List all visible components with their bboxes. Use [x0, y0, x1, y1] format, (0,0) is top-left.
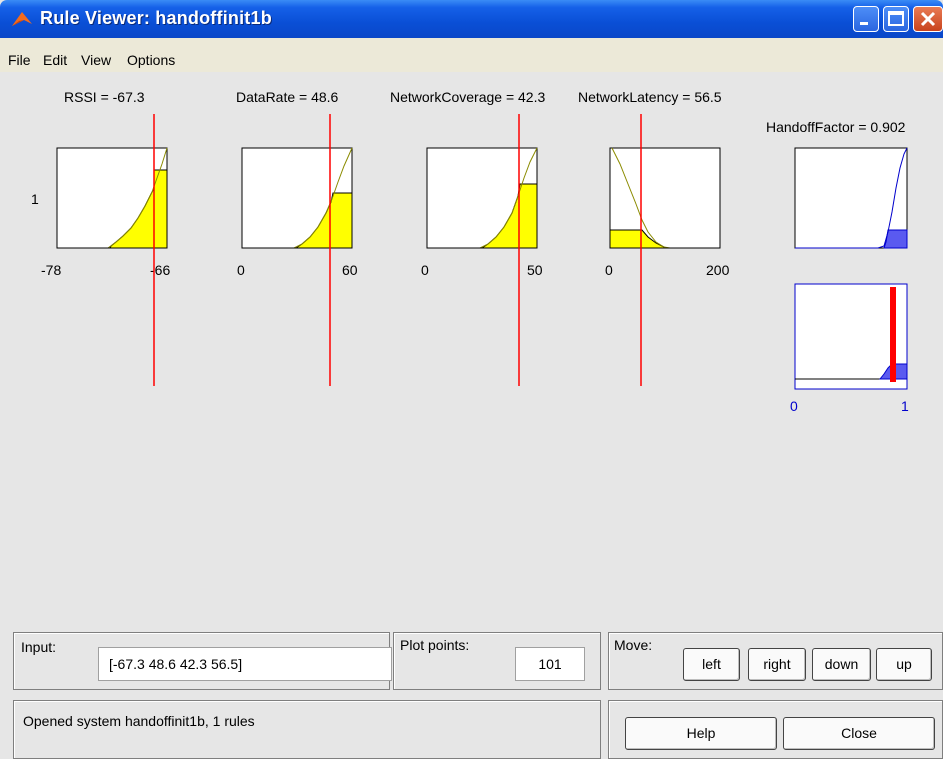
networkcoverage-max: 50	[527, 262, 543, 278]
status-panel: Opened system handoffinit1b, 1 rules	[13, 700, 601, 759]
input-label: Input:	[21, 639, 57, 655]
rssi-min: -78	[41, 262, 61, 278]
menu-edit[interactable]: Edit	[43, 52, 67, 68]
rule-plots: RSSI = -67.3 DataRate = 48.6 NetworkCove…	[31, 89, 909, 414]
output-label: HandoffFactor = 0.902	[766, 119, 906, 135]
action-panel: Help Close	[608, 700, 943, 759]
status-text: Opened system handoffinit1b, 1 rules	[23, 713, 255, 729]
menu-file[interactable]: File	[8, 52, 31, 68]
datarate-max: 60	[342, 262, 358, 278]
datarate-min: 0	[237, 262, 245, 278]
window-title: Rule Viewer: handoffinit1b	[40, 8, 272, 28]
minimize-button[interactable]	[853, 6, 879, 32]
menu-bar: File Edit View Options	[0, 38, 943, 72]
rule-number: 1	[31, 191, 39, 207]
move-down-button[interactable]: down	[812, 648, 871, 681]
input-panel: Input: [-67.3 48.6 42.3 56.5]	[13, 632, 392, 690]
title-bar[interactable]: Rule Viewer: handoffinit1b	[0, 0, 943, 38]
output-max: 1	[901, 398, 909, 414]
move-label: Move:	[614, 637, 653, 653]
networkcoverage-min: 0	[421, 262, 429, 278]
input-field[interactable]: [-67.3 48.6 42.3 56.5]	[98, 647, 392, 681]
move-right-button[interactable]: right	[748, 648, 806, 681]
move-up-button[interactable]: up	[876, 648, 932, 681]
input-label-datarate: DataRate = 48.6	[236, 89, 339, 105]
close-button[interactable]: Close	[783, 717, 935, 750]
networklatency-max: 200	[706, 262, 730, 278]
aggregate-output-plot[interactable]	[794, 283, 908, 390]
mf-plot-rssi[interactable]	[56, 147, 168, 249]
input-label-rssi: RSSI = -67.3	[64, 89, 145, 105]
matlab-icon	[12, 12, 32, 26]
minimize-icon	[860, 22, 868, 25]
move-panel: Move: left right down up	[608, 632, 943, 690]
rssi-max: -66	[150, 262, 170, 278]
help-button[interactable]: Help	[625, 717, 777, 750]
defuzzified-value-line	[890, 287, 896, 382]
menu-options[interactable]: Options	[127, 52, 175, 68]
plot-points-label: Plot points:	[400, 637, 470, 653]
output-min: 0	[790, 398, 798, 414]
move-left-button[interactable]: left	[683, 648, 740, 681]
maximize-icon	[888, 11, 904, 26]
output-mf-plot[interactable]	[794, 147, 908, 249]
close-icon	[920, 11, 936, 27]
input-label-networkcoverage: NetworkCoverage = 42.3	[390, 89, 545, 105]
mf-plot-networkcoverage[interactable]	[426, 147, 538, 249]
input-label-networklatency: NetworkLatency = 56.5	[578, 89, 722, 105]
mf-plot-networklatency[interactable]	[609, 147, 721, 249]
mf-plot-datarate[interactable]	[241, 147, 353, 249]
maximize-button[interactable]	[883, 6, 909, 32]
close-window-button[interactable]	[913, 6, 943, 32]
menu-view[interactable]: View	[81, 52, 111, 68]
networklatency-min: 0	[605, 262, 613, 278]
plot-points-panel: Plot points: 101	[393, 632, 601, 690]
rule-plot-area: RSSI = -67.3 DataRate = 48.6 NetworkCove…	[0, 72, 943, 625]
plot-points-field[interactable]: 101	[515, 647, 585, 681]
